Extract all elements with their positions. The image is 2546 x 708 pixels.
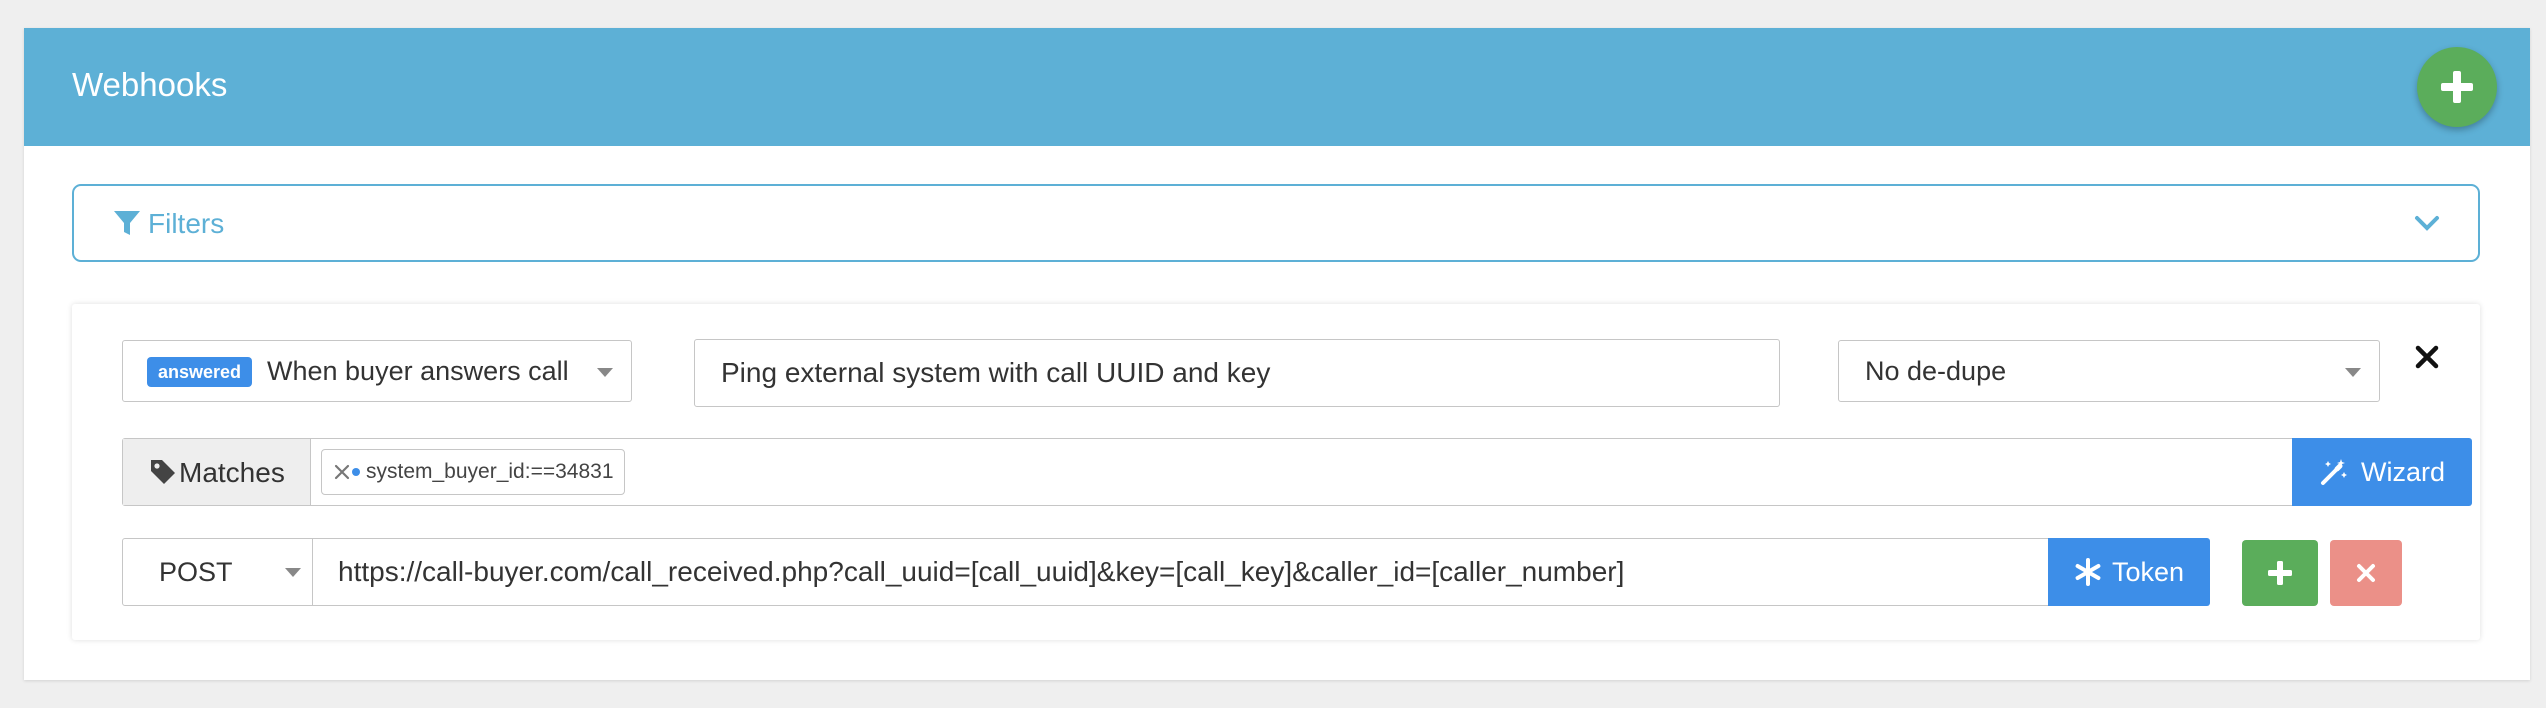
- url-input[interactable]: [314, 539, 2059, 605]
- token-label: Token: [2111, 556, 2185, 587]
- chevron-down-icon: [2345, 368, 2361, 377]
- filter-icon: [114, 211, 140, 235]
- chevron-down-icon: [285, 568, 301, 577]
- matches-input-group: Matches system_buyer_id:==34831: [122, 438, 2404, 506]
- webhook-card: answered When buyer answers call No de-d…: [72, 304, 2480, 640]
- plus-icon: [2268, 561, 2292, 585]
- tag-dot: [352, 468, 360, 476]
- filters-toggle[interactable]: Filters: [72, 184, 2480, 262]
- tag-icon: [151, 460, 175, 484]
- chevron-down-icon: [2415, 216, 2439, 231]
- match-tag: system_buyer_id:==34831: [321, 449, 625, 495]
- webhooks-panel: Webhooks Filters answered When buyer ans…: [24, 28, 2530, 680]
- delete-request-button[interactable]: [2330, 540, 2402, 606]
- token-button[interactable]: Token: [2048, 538, 2210, 606]
- method-label: POST: [159, 557, 233, 587]
- event-label: When buyer answers call: [267, 356, 569, 386]
- request-input-group: POST: [122, 538, 2060, 606]
- chevron-down-icon: [597, 368, 613, 377]
- description-input[interactable]: [694, 339, 1780, 407]
- dedupe-label: No de-dupe: [1865, 356, 2007, 386]
- tag-remove-icon[interactable]: [334, 464, 350, 480]
- matches-addon: Matches: [123, 439, 311, 505]
- event-badge: answered: [147, 357, 253, 387]
- add-request-button[interactable]: [2242, 540, 2318, 606]
- event-select[interactable]: answered When buyer answers call: [122, 340, 632, 402]
- panel-header: Webhooks: [24, 28, 2530, 146]
- wizard-label: Wizard: [2360, 456, 2445, 487]
- match-tag-text: system_buyer_id:==34831: [366, 460, 614, 483]
- matches-label: Matches: [179, 457, 285, 488]
- filters-label: Filters: [148, 208, 225, 239]
- close-icon[interactable]: [2414, 344, 2440, 370]
- asterisk-icon: [2075, 558, 2101, 586]
- add-webhook-button[interactable]: [2417, 47, 2497, 127]
- wizard-button[interactable]: Wizard: [2292, 438, 2472, 506]
- magic-wand-icon: [2320, 459, 2347, 485]
- close-icon: [2357, 564, 2375, 582]
- dedupe-select[interactable]: No de-dupe: [1838, 340, 2380, 402]
- method-select[interactable]: POST: [123, 539, 313, 605]
- plus-icon: [2441, 71, 2473, 103]
- page-title: Webhooks: [72, 66, 228, 103]
